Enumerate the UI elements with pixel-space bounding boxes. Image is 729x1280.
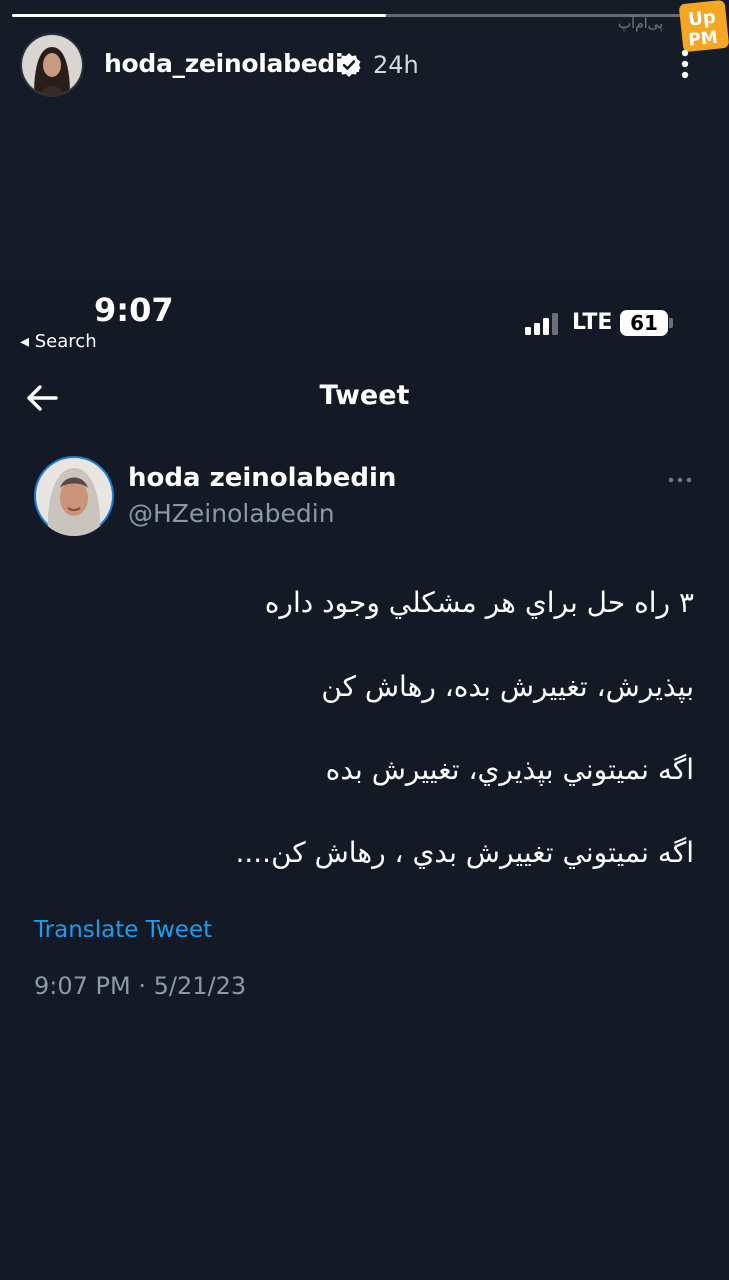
- tweet-handle[interactable]: @HZeinolabedin: [128, 499, 335, 528]
- tweet-timestamp[interactable]: 9:07 PM · 5/21/23: [34, 972, 246, 1000]
- signal-strength-icon: [524, 312, 564, 336]
- tweet-text-line: اگه نميتوني بپذيري، تغييرش بده: [325, 753, 694, 786]
- watermark-text: پی‌ام‌آپ: [618, 16, 664, 32]
- tweet-text-line: اگه نميتوني تغييرش بدي ، رهاش كن....: [235, 836, 694, 869]
- story-username[interactable]: hoda_zeinolabedin: [104, 49, 361, 78]
- battery-level: 61: [630, 311, 658, 335]
- tweet-text-line: ٣ راه حل براي هر مشكلي وجود داره: [264, 586, 694, 619]
- translate-tweet-link[interactable]: Translate Tweet: [34, 917, 212, 943]
- verified-icon: [336, 52, 362, 78]
- story-time-ago: 24h: [373, 51, 419, 79]
- tweet-text-line: بپذيرش، تغييرش بده، رهاش كن: [321, 670, 694, 703]
- more-vertical-icon[interactable]: [674, 46, 696, 82]
- svg-text:Up: Up: [687, 7, 717, 31]
- tweet-author-avatar[interactable]: [34, 456, 114, 536]
- battery-icon: 61: [620, 310, 668, 336]
- tweet-display-name[interactable]: hoda zeinolabedin: [128, 463, 396, 493]
- page-title: Tweet: [319, 380, 410, 411]
- battery-cap: [669, 318, 673, 328]
- uppm-logo: Up PM: [678, 0, 729, 53]
- more-horizontal-icon[interactable]: [666, 470, 694, 490]
- story-progress-bar: [12, 14, 717, 17]
- status-bar-time: 9:07: [94, 291, 174, 329]
- back-to-search-link[interactable]: ◂ Search: [20, 331, 97, 352]
- story-progress-fill: [12, 14, 386, 17]
- story-avatar[interactable]: [22, 35, 82, 95]
- network-type: LTE: [572, 310, 613, 335]
